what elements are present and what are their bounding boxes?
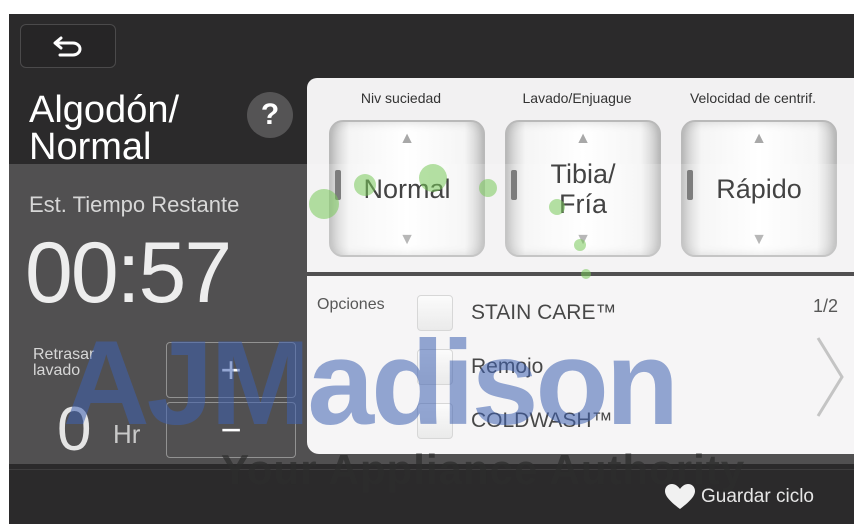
back-button[interactable]: [20, 24, 116, 68]
up-arrow-icon[interactable]: ▲: [331, 130, 483, 148]
help-button[interactable]: ?: [247, 92, 293, 138]
watermark-tagline: Your Appliance Authority: [221, 446, 746, 493]
soil-level-label: Niv suciedad: [360, 90, 442, 106]
watermark-brand: AJMadison: [63, 316, 679, 450]
up-arrow-icon[interactable]: ▲: [683, 130, 835, 148]
up-arrow-icon[interactable]: ▲: [507, 130, 659, 148]
watermark-dot: [479, 179, 497, 197]
watermark-dot: [581, 269, 591, 279]
watermark-dot: [549, 199, 565, 215]
watermark-dot: [574, 239, 586, 251]
watermark-dot: [419, 164, 447, 192]
cycle-name: Algodón/ Normal: [29, 89, 180, 168]
spin-speed-label: Velocidad de centrif.: [689, 90, 817, 106]
watermark-dot: [354, 174, 376, 196]
watermark-dot: [309, 189, 339, 219]
washer-screen: Algodón/ Normal ? Est. Tiempo Restante 0…: [9, 14, 854, 524]
wash-rinse-label: Lavado/Enjuague: [522, 90, 632, 106]
back-arrow-icon: [53, 36, 82, 57]
